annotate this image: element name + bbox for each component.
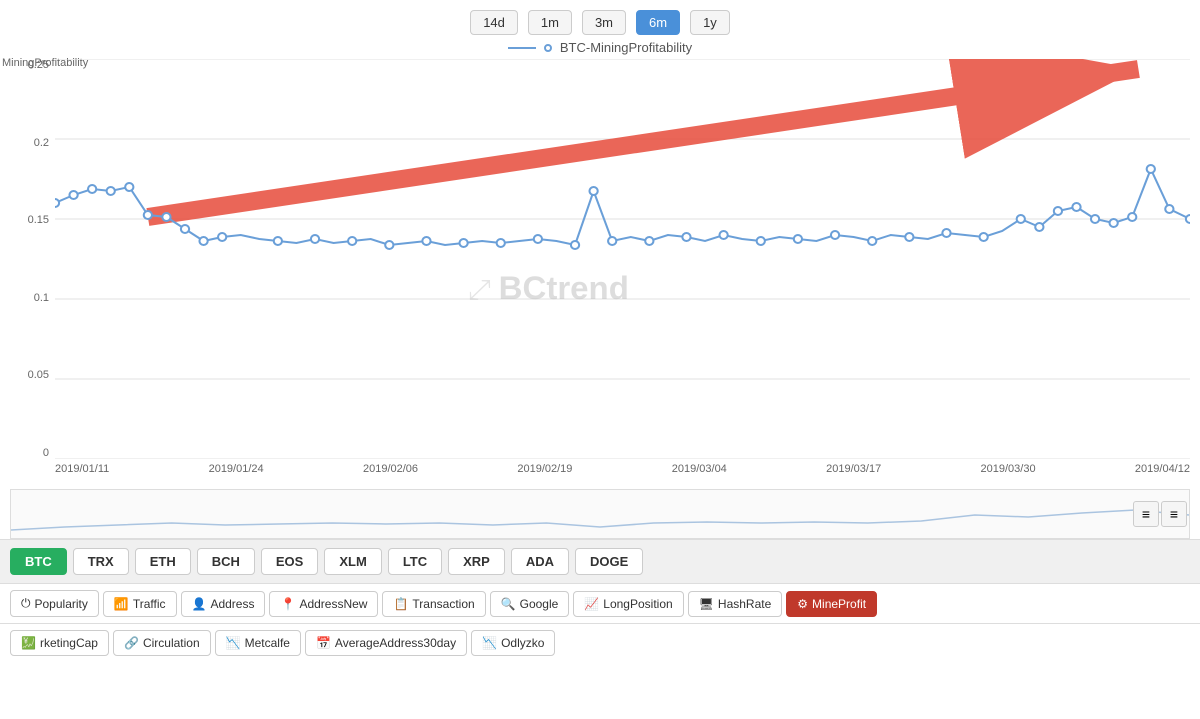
x-val-4: 2019/02/19 bbox=[517, 463, 572, 475]
x-axis: 2019/01/11 2019/01/24 2019/02/06 2019/02… bbox=[55, 459, 1190, 489]
avgaddress-icon: 📅 bbox=[316, 636, 331, 650]
legend-label: BTC-MiningProfitability bbox=[560, 40, 692, 55]
time-btn-3m[interactable]: 3m bbox=[582, 10, 626, 35]
metric-btn-mineprofit[interactable]: ⚙ MineProfit bbox=[786, 591, 877, 617]
popularity-label: Popularity bbox=[35, 597, 88, 611]
circulation-label: Circulation bbox=[143, 636, 200, 650]
svg-text:⤢: ⤢ bbox=[468, 274, 491, 305]
y-val-020: 0.2 bbox=[34, 137, 49, 149]
metric-btn-hashrate[interactable]: 🖥 HashRate bbox=[688, 591, 783, 617]
metric-btn-transaction[interactable]: 📋 Transaction bbox=[382, 591, 485, 617]
time-btn-1m[interactable]: 1m bbox=[528, 10, 572, 35]
chart-svg-container: BCtrend ⤢ bbox=[55, 59, 1190, 459]
x-val-5: 2019/03/04 bbox=[672, 463, 727, 475]
bottom-btn-odlyzko[interactable]: 📉 Odlyzko bbox=[471, 630, 555, 656]
x-val-7: 2019/03/30 bbox=[981, 463, 1036, 475]
longposition-label: LongPosition bbox=[603, 597, 672, 611]
chart-legend: BTC-MiningProfitability bbox=[0, 40, 1200, 55]
watermark-text: BCtrend bbox=[499, 270, 629, 305]
time-btn-14d[interactable]: 14d bbox=[470, 10, 518, 35]
google-label: Google bbox=[520, 597, 559, 611]
legend-line-icon bbox=[508, 47, 536, 49]
coin-btn-bch[interactable]: BCH bbox=[197, 548, 255, 575]
marketingcap-label: rketingCap bbox=[40, 636, 98, 650]
coin-btn-doge[interactable]: DOGE bbox=[575, 548, 643, 575]
time-btn-6m[interactable]: 6m bbox=[636, 10, 680, 35]
circulation-icon: 🔗 bbox=[124, 636, 139, 650]
odlyzko-icon: 📉 bbox=[482, 636, 497, 650]
metric-btn-google[interactable]: 🔍 Google bbox=[490, 591, 570, 617]
popularity-icon: ⏻ bbox=[21, 596, 31, 611]
longposition-icon: 📈 bbox=[584, 597, 599, 611]
hashrate-label: HashRate bbox=[718, 597, 771, 611]
transaction-label: Transaction bbox=[412, 597, 474, 611]
metcalfe-label: Metcalfe bbox=[245, 636, 290, 650]
main-chart-svg: BCtrend ⤢ bbox=[55, 59, 1190, 459]
traffic-label: Traffic bbox=[133, 597, 166, 611]
metcalfe-icon: 📉 bbox=[226, 636, 241, 650]
mini-chart-area: ≡ ≡ bbox=[10, 489, 1190, 539]
x-val-1: 2019/01/11 bbox=[55, 463, 109, 475]
bottom-btn-marketingcap[interactable]: 💹 rketingCap bbox=[10, 630, 109, 656]
time-btn-1y[interactable]: 1y bbox=[690, 10, 730, 35]
y-axis: 0.25 0.2 0.15 0.1 0.05 0 bbox=[0, 59, 55, 459]
y-val-025: 0.25 bbox=[28, 59, 49, 71]
chart-area: MiningProfitability 0.25 0.2 0.15 0.1 0.… bbox=[0, 59, 1200, 489]
y-val-015: 0.15 bbox=[28, 214, 49, 226]
mineprofit-icon: ⚙ bbox=[797, 597, 808, 611]
mini-btn-2[interactable]: ≡ bbox=[1161, 501, 1187, 527]
x-val-6: 2019/03/17 bbox=[826, 463, 881, 475]
coin-btn-trx[interactable]: TRX bbox=[73, 548, 129, 575]
mineprofit-label: MineProfit bbox=[812, 597, 866, 611]
mini-chart-svg bbox=[11, 495, 1189, 535]
x-val-8: 2019/04/12 bbox=[1135, 463, 1190, 475]
metric-btn-traffic[interactable]: 📶 Traffic bbox=[103, 591, 177, 617]
x-val-2: 2019/01/24 bbox=[209, 463, 264, 475]
coin-btn-ada[interactable]: ADA bbox=[511, 548, 569, 575]
bottom-btn-metcalfe[interactable]: 📉 Metcalfe bbox=[215, 630, 301, 656]
bottom-tabs: 💹 rketingCap 🔗 Circulation 📉 Metcalfe 📅 … bbox=[0, 623, 1200, 662]
coin-tabs: BTC TRX ETH BCH EOS XLM LTC XRP ADA DOGE bbox=[0, 539, 1200, 583]
address-label: Address bbox=[210, 597, 254, 611]
x-val-3: 2019/02/06 bbox=[363, 463, 418, 475]
addressnew-label: AddressNew bbox=[299, 597, 367, 611]
avgaddress-label: AverageAddress30day bbox=[335, 636, 456, 650]
coin-btn-xlm[interactable]: XLM bbox=[324, 548, 381, 575]
addressnew-icon: 📍 bbox=[280, 597, 295, 611]
coin-btn-ltc[interactable]: LTC bbox=[388, 548, 442, 575]
coin-btn-btc[interactable]: BTC bbox=[10, 548, 67, 575]
address-icon: 👤 bbox=[192, 597, 207, 611]
marketingcap-icon: 💹 bbox=[21, 636, 36, 650]
mini-chart-buttons: ≡ ≡ bbox=[1133, 501, 1187, 527]
metric-btn-address[interactable]: 👤 Address bbox=[181, 591, 266, 617]
metric-btn-popularity[interactable]: ⏻ Popularity bbox=[10, 590, 99, 617]
bottom-btn-circulation[interactable]: 🔗 Circulation bbox=[113, 630, 211, 656]
metric-tabs: ⏻ Popularity 📶 Traffic 👤 Address 📍 Addre… bbox=[0, 583, 1200, 623]
mini-btn-1[interactable]: ≡ bbox=[1133, 501, 1159, 527]
coin-btn-eth[interactable]: ETH bbox=[135, 548, 191, 575]
coin-btn-eos[interactable]: EOS bbox=[261, 548, 318, 575]
metric-btn-addressnew[interactable]: 📍 AddressNew bbox=[269, 591, 378, 617]
y-val-005: 0.05 bbox=[28, 369, 49, 381]
transaction-icon: 📋 bbox=[393, 597, 408, 611]
metric-btn-longposition[interactable]: 📈 LongPosition bbox=[573, 591, 683, 617]
y-val-000: 0 bbox=[43, 447, 49, 459]
time-controls: 14d 1m 3m 6m 1y bbox=[0, 0, 1200, 40]
legend-circle-icon bbox=[544, 44, 552, 52]
y-val-010: 0.1 bbox=[34, 292, 49, 304]
traffic-icon: 📶 bbox=[114, 597, 129, 611]
coin-btn-xrp[interactable]: XRP bbox=[448, 548, 505, 575]
google-icon: 🔍 bbox=[501, 597, 516, 611]
bottom-btn-avgaddress30[interactable]: 📅 AverageAddress30day bbox=[305, 630, 467, 656]
hashrate-icon: 🖥 bbox=[699, 597, 714, 611]
odlyzko-label: Odlyzko bbox=[501, 636, 544, 650]
